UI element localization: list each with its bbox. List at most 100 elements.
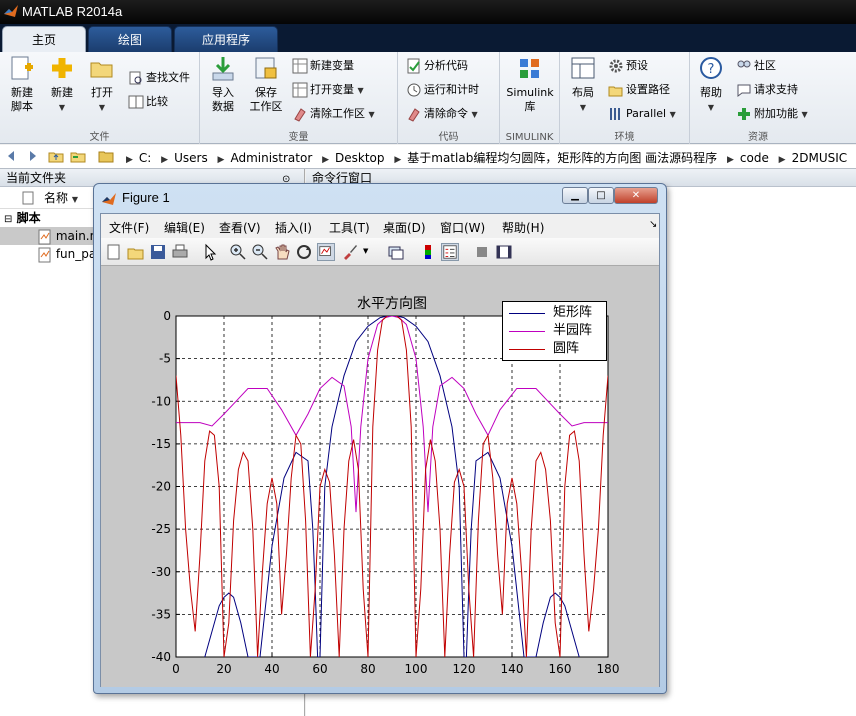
- open-variable-icon: [292, 82, 308, 98]
- collapse-icon[interactable]: ⊟: [4, 214, 12, 225]
- preferences-button[interactable]: 预设: [608, 56, 648, 76]
- community-button[interactable]: 社区: [736, 56, 776, 76]
- resources-group: ? 帮助 ▼ 社区 请求支持 附加功能 ▼ 资源: [690, 52, 826, 144]
- rotate-3d-icon[interactable]: [295, 243, 313, 261]
- find-files-button[interactable]: 查找文件: [128, 68, 190, 88]
- breadcrumb-item[interactable]: 基于matlab编程均匀圆阵，矩形阵的方向图 画法源码程序: [407, 151, 717, 165]
- clear-workspace-icon: [294, 108, 306, 122]
- run-and-time-button[interactable]: 运行和计时: [406, 80, 479, 100]
- legend-swatch: [509, 331, 545, 332]
- open-button[interactable]: 打开 ▼: [84, 55, 120, 115]
- zoom-in-icon[interactable]: [229, 243, 247, 261]
- save-icon[interactable]: [149, 243, 167, 261]
- link-plot-icon[interactable]: [387, 243, 405, 261]
- add-ons-button[interactable]: 附加功能 ▼: [736, 104, 808, 124]
- menu-view[interactable]: 查看(V): [219, 219, 261, 236]
- help-button[interactable]: ? 帮助 ▼: [696, 55, 726, 115]
- brush-icon[interactable]: [341, 243, 359, 261]
- back-icon[interactable]: [4, 148, 20, 164]
- up-folder-icon[interactable]: [48, 148, 64, 164]
- menu-insert[interactable]: 插入(I): [275, 219, 312, 236]
- file-group: 新建 脚本 新建 ▼ 打开 ▼ 查找文件 比较 文件: [0, 52, 200, 144]
- minimize-button[interactable]: ▁: [562, 187, 588, 204]
- menu-file[interactable]: 文件(F): [109, 219, 149, 236]
- zoom-out-icon[interactable]: [251, 243, 269, 261]
- print-icon[interactable]: [171, 243, 189, 261]
- breadcrumb-item[interactable]: code: [740, 151, 769, 165]
- request-support-button[interactable]: 请求支持: [736, 80, 798, 100]
- menu-desktop[interactable]: 桌面(D): [383, 219, 426, 236]
- hide-plot-tools-icon[interactable]: [473, 243, 491, 261]
- data-cursor-icon[interactable]: [317, 243, 335, 261]
- open-file-icon[interactable]: [127, 243, 145, 261]
- menu-window[interactable]: 窗口(W): [440, 219, 485, 236]
- folder-open-icon: [90, 62, 113, 78]
- clear-workspace-button[interactable]: 清除工作区 ▼: [292, 104, 375, 124]
- import-data-button[interactable]: 导入 数据: [206, 55, 240, 114]
- compare-button[interactable]: 比较: [128, 92, 168, 112]
- simulink-group: Simulink 库 SIMULINK: [500, 52, 560, 144]
- tab-apps[interactable]: 应用程序: [174, 26, 278, 52]
- run-and-time-icon: [407, 83, 421, 97]
- breadcrumb-item[interactable]: C:: [139, 151, 151, 165]
- breadcrumb-item[interactable]: Administrator: [230, 151, 312, 165]
- gear-icon: [609, 59, 623, 73]
- breadcrumb-item[interactable]: 2DMUSIC: [792, 151, 848, 165]
- breadcrumb-item[interactable]: Desktop: [335, 151, 385, 165]
- colorbar-icon[interactable]: [419, 243, 437, 261]
- folder-icon: [98, 151, 114, 163]
- new-figure-icon[interactable]: [105, 243, 123, 261]
- set-path-button[interactable]: 设置路径: [608, 80, 670, 100]
- community-icon: [737, 60, 751, 68]
- save-workspace-button[interactable]: 保存 工作区: [246, 55, 286, 114]
- tab-plots[interactable]: 绘图: [88, 26, 172, 52]
- add-ons-icon: [738, 108, 750, 120]
- analyze-code-button[interactable]: 分析代码: [406, 56, 468, 76]
- legend-entry: 圆阵: [503, 340, 607, 358]
- new-button[interactable]: 新建 ▼: [44, 55, 80, 115]
- y-tick-label: -20: [151, 480, 171, 494]
- pan-hand-icon[interactable]: [273, 243, 291, 261]
- menu-tools[interactable]: 工具(T): [329, 219, 370, 236]
- pointer-icon[interactable]: [201, 243, 219, 261]
- browse-folder-icon[interactable]: [70, 148, 86, 164]
- simulink-library-button[interactable]: Simulink 库: [504, 55, 556, 114]
- show-plot-tools-icon[interactable]: [495, 243, 513, 261]
- maximize-button[interactable]: □: [588, 187, 614, 204]
- parallel-button[interactable]: Parallel ▼: [608, 104, 676, 124]
- figure-title: Figure 1: [122, 190, 170, 205]
- new-script-button[interactable]: 新建 脚本: [4, 55, 40, 114]
- breadcrumb-item[interactable]: Users: [174, 151, 208, 165]
- forward-icon[interactable]: [24, 148, 40, 164]
- x-tick-label: 100: [405, 662, 428, 676]
- ribbon-tabbar: 主页 绘图 应用程序: [0, 24, 856, 52]
- new-script-icon: [11, 56, 33, 80]
- legend[interactable]: 矩形阵 半园阵 圆阵: [502, 301, 607, 361]
- figure-titlebar[interactable]: Figure 1 ▁ □ ✕: [94, 184, 666, 212]
- tab-home[interactable]: 主页: [2, 26, 86, 52]
- m-file-icon: [38, 247, 51, 262]
- svg-text:?: ?: [708, 62, 715, 77]
- dock-arrow-icon[interactable]: ↘: [649, 219, 657, 230]
- menu-edit[interactable]: 编辑(E): [164, 219, 205, 236]
- parallel-icon: [610, 108, 620, 120]
- simulink-icon: [520, 59, 539, 78]
- y-tick-label: -30: [151, 565, 171, 579]
- x-tick-label: 60: [312, 662, 327, 676]
- environment-group: 布局 ▼ 预设 设置路径 Parallel ▼ 环境: [560, 52, 690, 144]
- y-tick-label: -40: [151, 650, 171, 664]
- request-support-icon: [737, 84, 751, 97]
- new-variable-icon: [292, 58, 308, 74]
- close-button[interactable]: ✕: [614, 187, 658, 204]
- brush-dropdown-icon[interactable]: ▼: [363, 247, 368, 255]
- layout-button[interactable]: 布局 ▼: [566, 55, 600, 115]
- clear-commands-button[interactable]: 清除命令 ▼: [406, 104, 478, 124]
- legend-icon[interactable]: [441, 243, 459, 261]
- app-title: MATLAB R2014a: [22, 4, 123, 19]
- menu-help[interactable]: 帮助(H): [502, 219, 544, 236]
- new-variable-button[interactable]: 新建变量: [292, 56, 354, 76]
- open-variable-button[interactable]: 打开变量 ▼: [292, 80, 364, 100]
- x-tick-label: 120: [453, 662, 476, 676]
- file-icon: [22, 191, 34, 205]
- figure-toolbar: ▼: [101, 238, 659, 266]
